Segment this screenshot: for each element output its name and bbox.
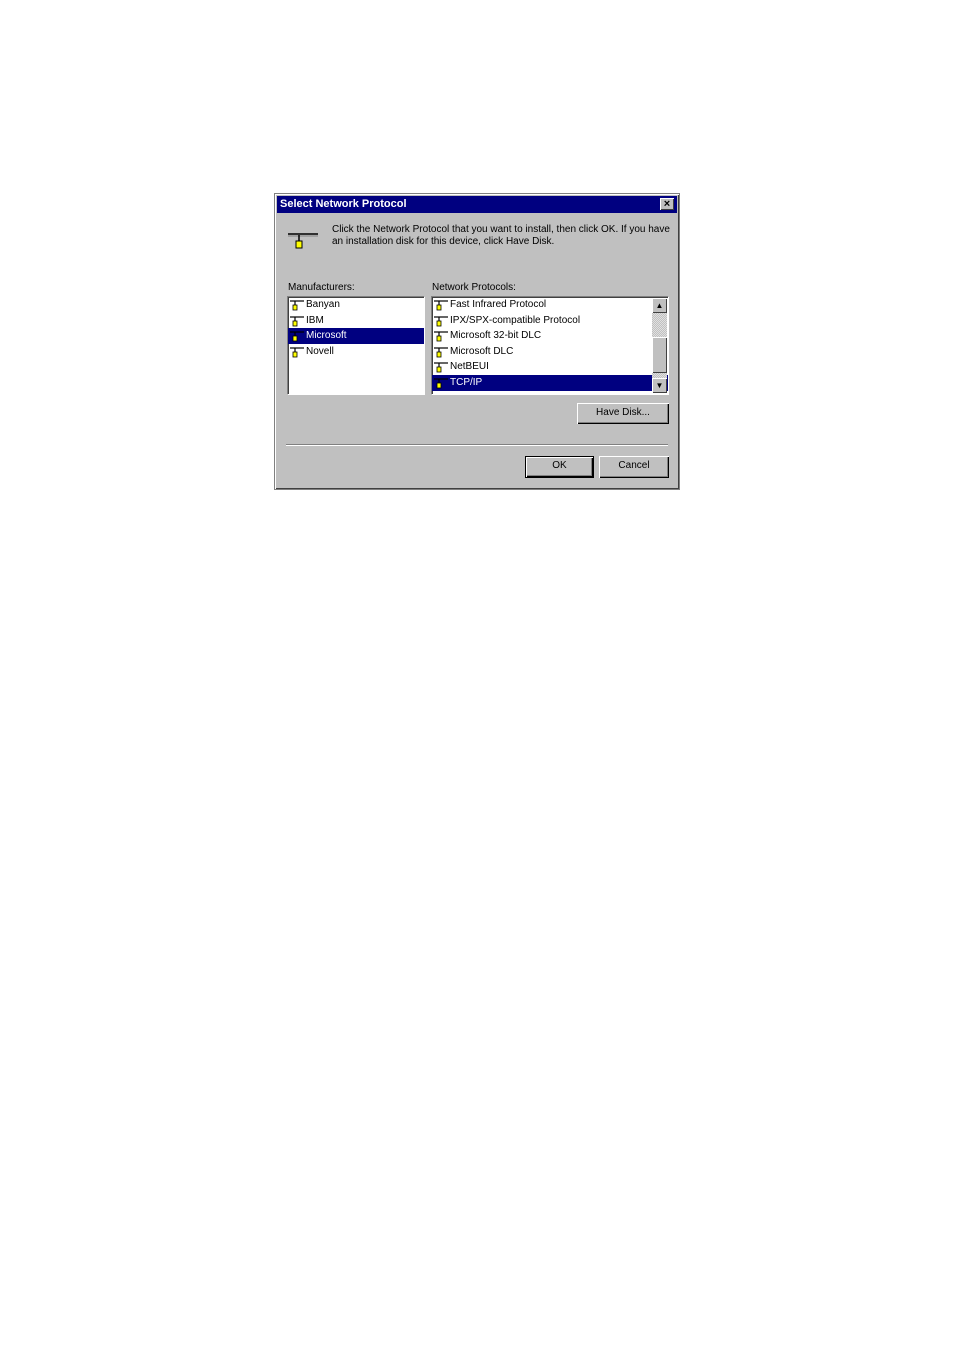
network-protocol-icon bbox=[434, 315, 448, 326]
close-icon[interactable]: × bbox=[660, 198, 674, 210]
dialog-title: Select Network Protocol bbox=[280, 198, 407, 210]
manufacturer-item[interactable]: IBM bbox=[288, 313, 424, 329]
network-protocol-icon bbox=[434, 378, 448, 389]
protocol-item[interactable]: NetBEUI bbox=[432, 359, 668, 375]
protocols-scrollbar[interactable]: ▲ ▼ bbox=[652, 298, 667, 393]
network-protocol-icon bbox=[290, 331, 304, 342]
cancel-button[interactable]: Cancel bbox=[599, 456, 669, 478]
dialog-separator bbox=[286, 444, 668, 446]
manufacturer-item[interactable]: Banyan bbox=[288, 297, 424, 313]
scroll-thumb[interactable] bbox=[652, 337, 667, 373]
scroll-up-icon[interactable]: ▲ bbox=[652, 298, 667, 313]
protocol-item-label: Fast Infrared Protocol bbox=[450, 299, 547, 310]
protocol-item-label: Microsoft DLC bbox=[450, 345, 514, 357]
network-protocol-icon bbox=[434, 300, 448, 311]
manufacturer-item-label: Microsoft bbox=[306, 330, 347, 342]
manufacturer-item[interactable]: Novell bbox=[288, 344, 424, 360]
network-protocol-icon bbox=[290, 315, 304, 326]
network-protocol-icon bbox=[434, 362, 448, 373]
protocol-item[interactable]: IPX/SPX-compatible Protocol bbox=[432, 313, 668, 329]
protocol-item[interactable]: Fast Infrared Protocol bbox=[432, 297, 668, 313]
protocol-item[interactable]: Microsoft 32-bit DLC bbox=[432, 328, 668, 344]
protocol-item-label: Microsoft 32-bit DLC bbox=[450, 330, 542, 342]
network-protocol-icon bbox=[290, 347, 304, 358]
protocol-item-label: NetBEUI bbox=[450, 361, 489, 373]
manufacturer-item[interactable]: Microsoft bbox=[288, 328, 424, 344]
select-network-protocol-dialog: Select Network Protocol × Click the Netw… bbox=[274, 193, 680, 490]
manufacturer-item-label: IBM bbox=[306, 314, 324, 326]
network-protocols-list[interactable]: Fast Infrared Protocol IPX/SPX-compatible… bbox=[431, 296, 669, 395]
manufacturers-label: Manufacturers: bbox=[288, 282, 355, 293]
protocol-item[interactable]: TCP/IP bbox=[432, 374, 668, 391]
network-protocol-icon bbox=[290, 300, 304, 311]
protocol-item-label: TCP/IP bbox=[450, 376, 483, 388]
manufacturer-item-label: Novell bbox=[306, 345, 334, 357]
dialog-titlebar[interactable]: Select Network Protocol × bbox=[277, 196, 677, 213]
dialog-description: Click the Network Protocol that you want… bbox=[332, 224, 670, 247]
protocol-item[interactable]: Microsoft DLC bbox=[432, 344, 668, 360]
network-protocols-label: Network Protocols: bbox=[432, 282, 516, 293]
network-protocol-icon bbox=[434, 331, 448, 342]
ok-button[interactable]: OK bbox=[525, 456, 594, 478]
protocol-item-label: IPX/SPX-compatible Protocol bbox=[450, 314, 581, 326]
scroll-down-icon[interactable]: ▼ bbox=[652, 378, 667, 393]
network-protocol-icon bbox=[288, 233, 318, 249]
have-disk-button[interactable]: Have Disk... bbox=[577, 403, 669, 424]
manufacturer-item-label: Banyan bbox=[306, 299, 340, 310]
network-protocol-icon bbox=[434, 347, 448, 358]
manufacturers-list[interactable]: Banyan IBM Microsoft Novell bbox=[287, 296, 425, 395]
